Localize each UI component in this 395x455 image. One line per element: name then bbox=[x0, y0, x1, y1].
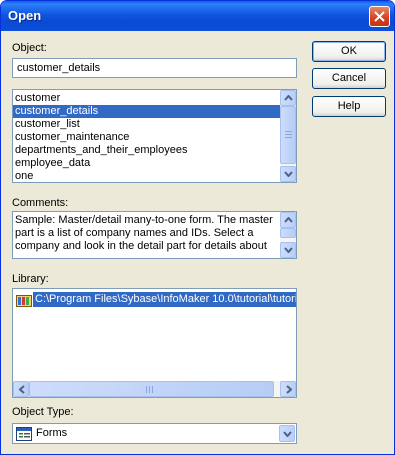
library-list[interactable]: C:\Program Files\Sybase\InfoMaker 10.0\t… bbox=[12, 288, 297, 398]
chevron-right-icon bbox=[286, 385, 292, 394]
library-icon bbox=[16, 295, 32, 307]
chevron-up-icon bbox=[284, 217, 293, 223]
scroll-left-button[interactable] bbox=[13, 381, 29, 397]
library-label: Library: bbox=[12, 273, 49, 285]
comments-box[interactable]: Sample: Master/detail many-to-one form. … bbox=[12, 211, 297, 259]
library-list-items: C:\Program Files\Sybase\InfoMaker 10.0\t… bbox=[13, 289, 296, 308]
library-list-item[interactable]: C:\Program Files\Sybase\InfoMaker 10.0\t… bbox=[13, 292, 296, 308]
scroll-down-button[interactable] bbox=[280, 166, 296, 182]
chevron-down-icon bbox=[283, 431, 292, 437]
comments-scroll-thumb[interactable] bbox=[280, 228, 296, 238]
object-type-label: Object Type: bbox=[12, 406, 74, 418]
close-button[interactable] bbox=[369, 6, 390, 27]
comment-line: company and look in the detail part for … bbox=[15, 240, 267, 252]
cancel-button[interactable]: Cancel bbox=[312, 68, 386, 89]
object-list-item[interactable]: customer bbox=[13, 92, 296, 105]
object-type-dropdown-button[interactable] bbox=[279, 425, 295, 442]
chevron-down-icon bbox=[284, 171, 293, 177]
scroll-right-button[interactable] bbox=[280, 381, 296, 397]
form-icon bbox=[16, 427, 32, 441]
library-hscrollbar[interactable] bbox=[13, 381, 296, 397]
object-type-combo[interactable]: Forms bbox=[12, 423, 297, 444]
object-list-item[interactable]: employee_data bbox=[13, 157, 296, 170]
help-button[interactable]: Help bbox=[312, 96, 386, 117]
object-list-item[interactable]: customer_maintenance bbox=[13, 131, 296, 144]
object-name-input[interactable]: customer_details bbox=[12, 58, 297, 78]
comments-label: Comments: bbox=[12, 197, 69, 209]
chevron-up-icon bbox=[284, 95, 293, 101]
object-list-scrollbar[interactable] bbox=[280, 90, 296, 182]
comment-line: Sample: Master/detail many-to-one form. … bbox=[15, 214, 273, 226]
chevron-left-icon bbox=[19, 385, 25, 394]
comments-scroll-down-button[interactable] bbox=[280, 242, 296, 258]
object-list-item[interactable]: customer_details bbox=[13, 105, 296, 118]
object-label: Object: bbox=[12, 42, 47, 54]
comments-scroll-up-button[interactable] bbox=[280, 212, 296, 228]
window-title: Open bbox=[8, 8, 42, 23]
chevron-down-icon bbox=[284, 247, 293, 253]
scroll-thumb[interactable] bbox=[280, 106, 296, 164]
object-type-value: Forms bbox=[36, 427, 68, 439]
object-list-items: customer customer_details customer_list cus… bbox=[13, 90, 296, 182]
comments-scrollbar[interactable] bbox=[280, 212, 296, 258]
close-icon bbox=[374, 11, 385, 22]
object-list[interactable]: customer customer_details customer_list cus… bbox=[12, 89, 297, 183]
object-list-item[interactable]: departments_and_their_employees bbox=[13, 144, 296, 157]
comment-line: part is a list of company names and IDs.… bbox=[15, 227, 254, 239]
open-dialog: Open Object: customer_details customer cu… bbox=[0, 0, 395, 455]
scroll-up-button[interactable] bbox=[280, 90, 296, 106]
comments-text: Sample: Master/detail many-to-one form. … bbox=[13, 212, 296, 253]
library-path: C:\Program Files\Sybase\InfoMaker 10.0\t… bbox=[33, 292, 296, 307]
object-list-item[interactable]: customer_list bbox=[13, 118, 296, 131]
ok-button[interactable]: OK bbox=[312, 41, 386, 62]
object-list-item[interactable]: one bbox=[13, 170, 296, 182]
library-hscroll-thumb[interactable] bbox=[29, 381, 274, 397]
title-bar[interactable]: Open bbox=[1, 1, 394, 31]
